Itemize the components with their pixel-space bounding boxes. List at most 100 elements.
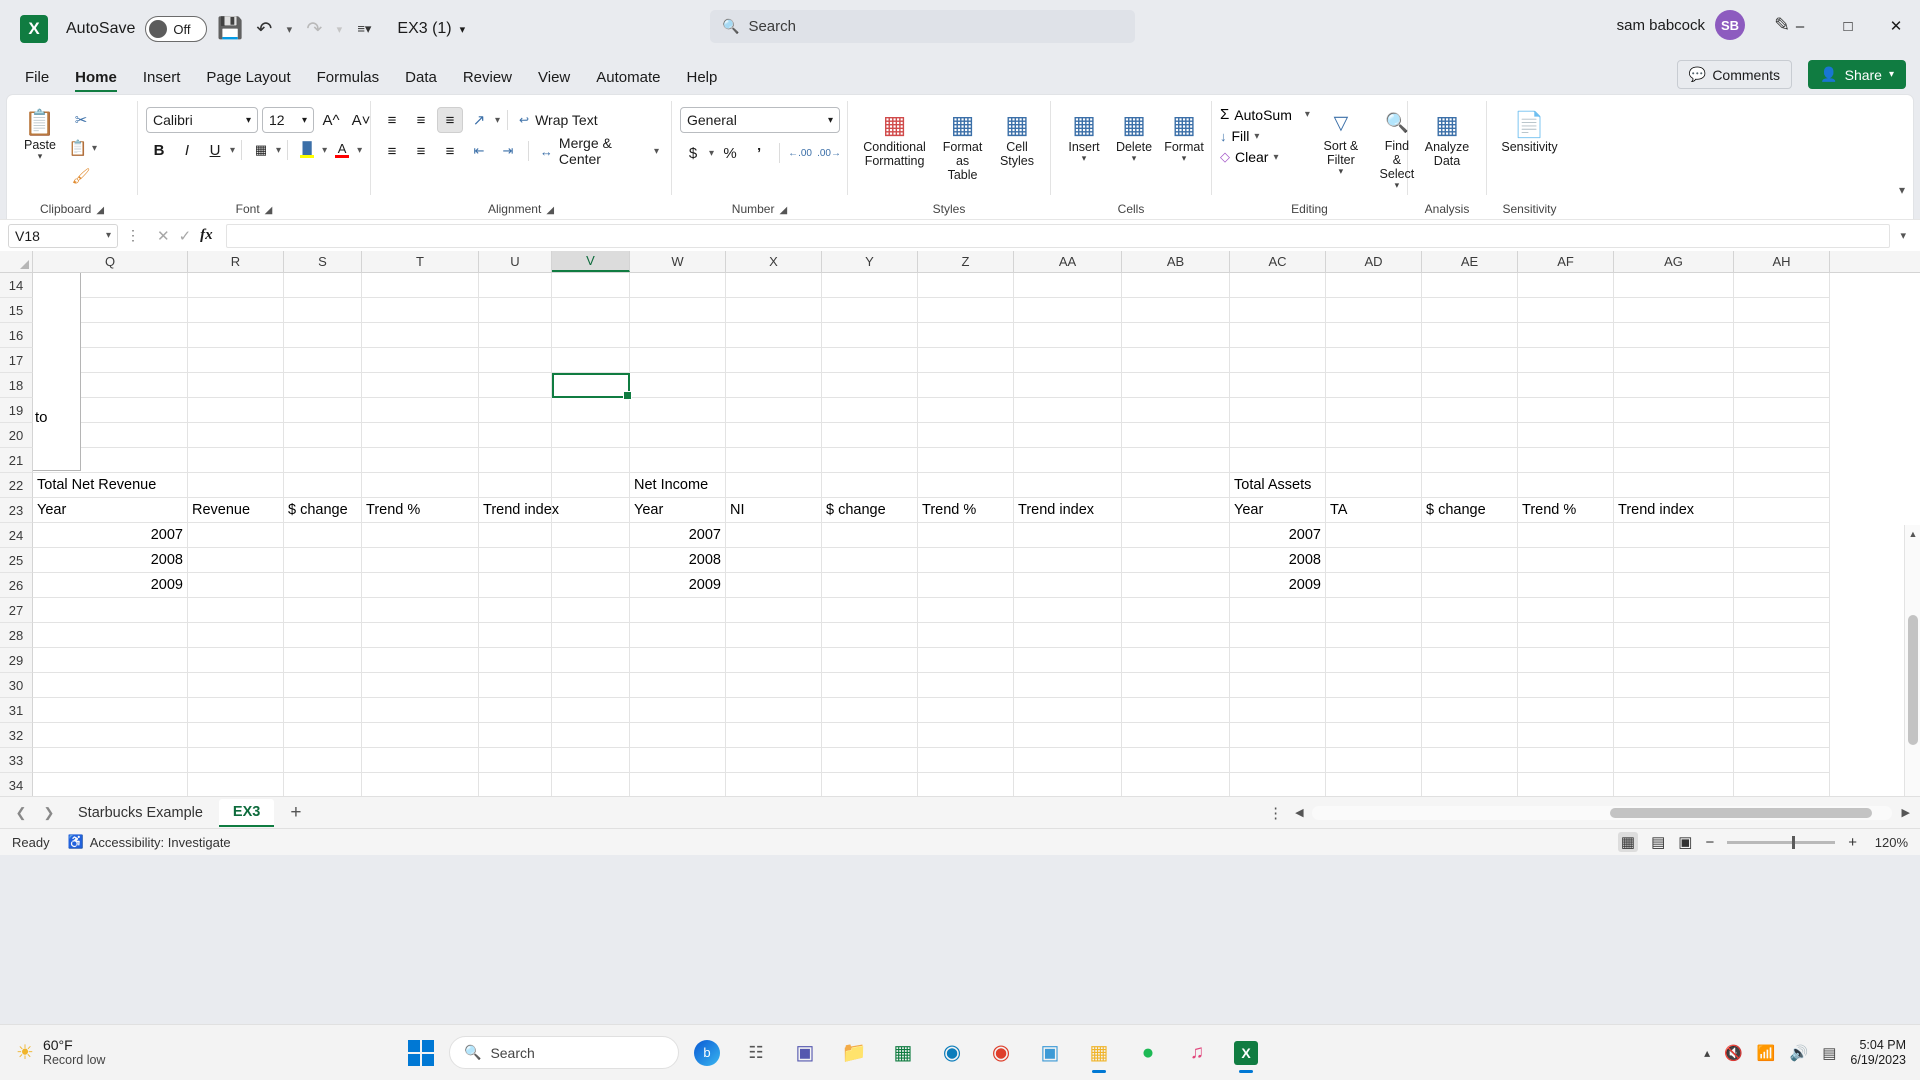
column-header-AF[interactable]: AF — [1518, 251, 1614, 272]
cell-S14[interactable] — [284, 273, 362, 298]
row-header-23[interactable]: 23 — [0, 498, 33, 523]
cell-T18[interactable] — [362, 373, 479, 398]
cell-AA30[interactable] — [1014, 673, 1122, 698]
name-box[interactable]: V18 ▾ — [8, 224, 118, 248]
cell-AB34[interactable] — [1122, 773, 1230, 796]
cell-Y22[interactable] — [822, 473, 918, 498]
cell-AA29[interactable] — [1014, 648, 1122, 673]
cell-U31[interactable] — [479, 698, 552, 723]
cell-Z34[interactable] — [918, 773, 1014, 796]
row-header-20[interactable]: 20 — [0, 423, 33, 448]
copilot-icon[interactable]: b — [686, 1032, 728, 1074]
tab-home[interactable]: Home — [62, 65, 130, 94]
comma-format-button[interactable]: ’ — [746, 140, 772, 166]
cell-AC20[interactable] — [1230, 423, 1326, 448]
find-select-dropdown-icon[interactable]: ▾ — [1395, 181, 1400, 190]
cell-AE14[interactable] — [1422, 273, 1518, 298]
excel-taskbar-icon[interactable]: ▦ — [882, 1032, 924, 1074]
row-header-21[interactable]: 21 — [0, 448, 33, 473]
cut-button[interactable]: ✂ — [65, 107, 97, 133]
insert-function-icon[interactable]: fx — [200, 227, 213, 244]
column-header-X[interactable]: X — [726, 251, 822, 272]
clear-dropdown-icon[interactable]: ▾ — [1273, 152, 1278, 163]
cell-AF23[interactable]: Trend % — [1518, 498, 1614, 523]
cell-T24[interactable] — [362, 523, 479, 548]
cell-W15[interactable] — [630, 298, 726, 323]
cell-U19[interactable] — [479, 398, 552, 423]
row-header-19[interactable]: 19 — [0, 398, 33, 423]
cell-AH25[interactable] — [1734, 548, 1830, 573]
cell-AB29[interactable] — [1122, 648, 1230, 673]
cell-AA26[interactable] — [1014, 573, 1122, 598]
cell-W25[interactable]: 2008 — [630, 548, 726, 573]
cell-T23[interactable]: Trend % — [362, 498, 479, 523]
cell-Z27[interactable] — [918, 598, 1014, 623]
cell-X34[interactable] — [726, 773, 822, 796]
cell-W22[interactable]: Net Income — [630, 473, 726, 498]
scroll-up-icon[interactable]: ▲ — [1905, 525, 1920, 542]
cell-W17[interactable] — [630, 348, 726, 373]
cell-AA28[interactable] — [1014, 623, 1122, 648]
underline-dropdown-icon[interactable]: ▾ — [230, 145, 235, 156]
cell-T32[interactable] — [362, 723, 479, 748]
cell-X32[interactable] — [726, 723, 822, 748]
cell-AC26[interactable]: 2009 — [1230, 573, 1326, 598]
sort-filter-dropdown-icon[interactable]: ▾ — [1339, 167, 1344, 176]
cell-V29[interactable] — [552, 648, 630, 673]
cell-AF15[interactable] — [1518, 298, 1614, 323]
cell-X19[interactable] — [726, 398, 822, 423]
cell-X26[interactable] — [726, 573, 822, 598]
cell-AE23[interactable]: $ change — [1422, 498, 1518, 523]
align-middle-button[interactable]: ≡ — [408, 107, 434, 133]
cell-AA32[interactable] — [1014, 723, 1122, 748]
cell-U28[interactable] — [479, 623, 552, 648]
formula-input[interactable] — [226, 224, 1891, 248]
cell-AC16[interactable] — [1230, 323, 1326, 348]
cell-AG21[interactable] — [1614, 448, 1734, 473]
cell-Y34[interactable] — [822, 773, 918, 796]
cell-AE32[interactable] — [1422, 723, 1518, 748]
cell-U16[interactable] — [479, 323, 552, 348]
cell-AH31[interactable] — [1734, 698, 1830, 723]
cell-R34[interactable] — [188, 773, 284, 796]
cell-V17[interactable] — [552, 348, 630, 373]
cell-R26[interactable] — [188, 573, 284, 598]
cell-R24[interactable] — [188, 523, 284, 548]
cell-AE29[interactable] — [1422, 648, 1518, 673]
share-dropdown-icon[interactable]: ▾ — [1889, 69, 1894, 80]
cell-AG17[interactable] — [1614, 348, 1734, 373]
cell-X14[interactable] — [726, 273, 822, 298]
cell-X28[interactable] — [726, 623, 822, 648]
column-header-AA[interactable]: AA — [1014, 251, 1122, 272]
cell-AF29[interactable] — [1518, 648, 1614, 673]
chevron-down-icon[interactable]: ▾ — [460, 23, 466, 36]
cancel-icon[interactable]: ✕ — [157, 227, 170, 245]
excel-active-icon[interactable]: X — [1225, 1032, 1267, 1074]
cell-AB25[interactable] — [1122, 548, 1230, 573]
zoom-in-button[interactable]: + — [1848, 834, 1857, 851]
cell-AB14[interactable] — [1122, 273, 1230, 298]
cell-AG18[interactable] — [1614, 373, 1734, 398]
cell-AH29[interactable] — [1734, 648, 1830, 673]
cell-AG31[interactable] — [1614, 698, 1734, 723]
row-header-28[interactable]: 28 — [0, 623, 33, 648]
cell-Y21[interactable] — [822, 448, 918, 473]
percent-format-button[interactable]: % — [717, 140, 743, 166]
cell-AG29[interactable] — [1614, 648, 1734, 673]
cell-AE28[interactable] — [1422, 623, 1518, 648]
cell-W32[interactable] — [630, 723, 726, 748]
cell-Q25[interactable]: 2008 — [33, 548, 188, 573]
cell-AC25[interactable]: 2008 — [1230, 548, 1326, 573]
cell-AE15[interactable] — [1422, 298, 1518, 323]
cell-V27[interactable] — [552, 598, 630, 623]
cell-AB26[interactable] — [1122, 573, 1230, 598]
merge-center-button[interactable]: ↔ Merge & Center ▾ — [536, 138, 663, 164]
cell-W24[interactable]: 2007 — [630, 523, 726, 548]
cell-R22[interactable] — [188, 473, 284, 498]
cell-V26[interactable] — [552, 573, 630, 598]
weather-widget[interactable]: ☀ 60°F Record low — [0, 1037, 230, 1068]
row-header-27[interactable]: 27 — [0, 598, 33, 623]
row-header-33[interactable]: 33 — [0, 748, 33, 773]
cell-S16[interactable] — [284, 323, 362, 348]
save-icon[interactable]: 💾 — [213, 12, 247, 46]
